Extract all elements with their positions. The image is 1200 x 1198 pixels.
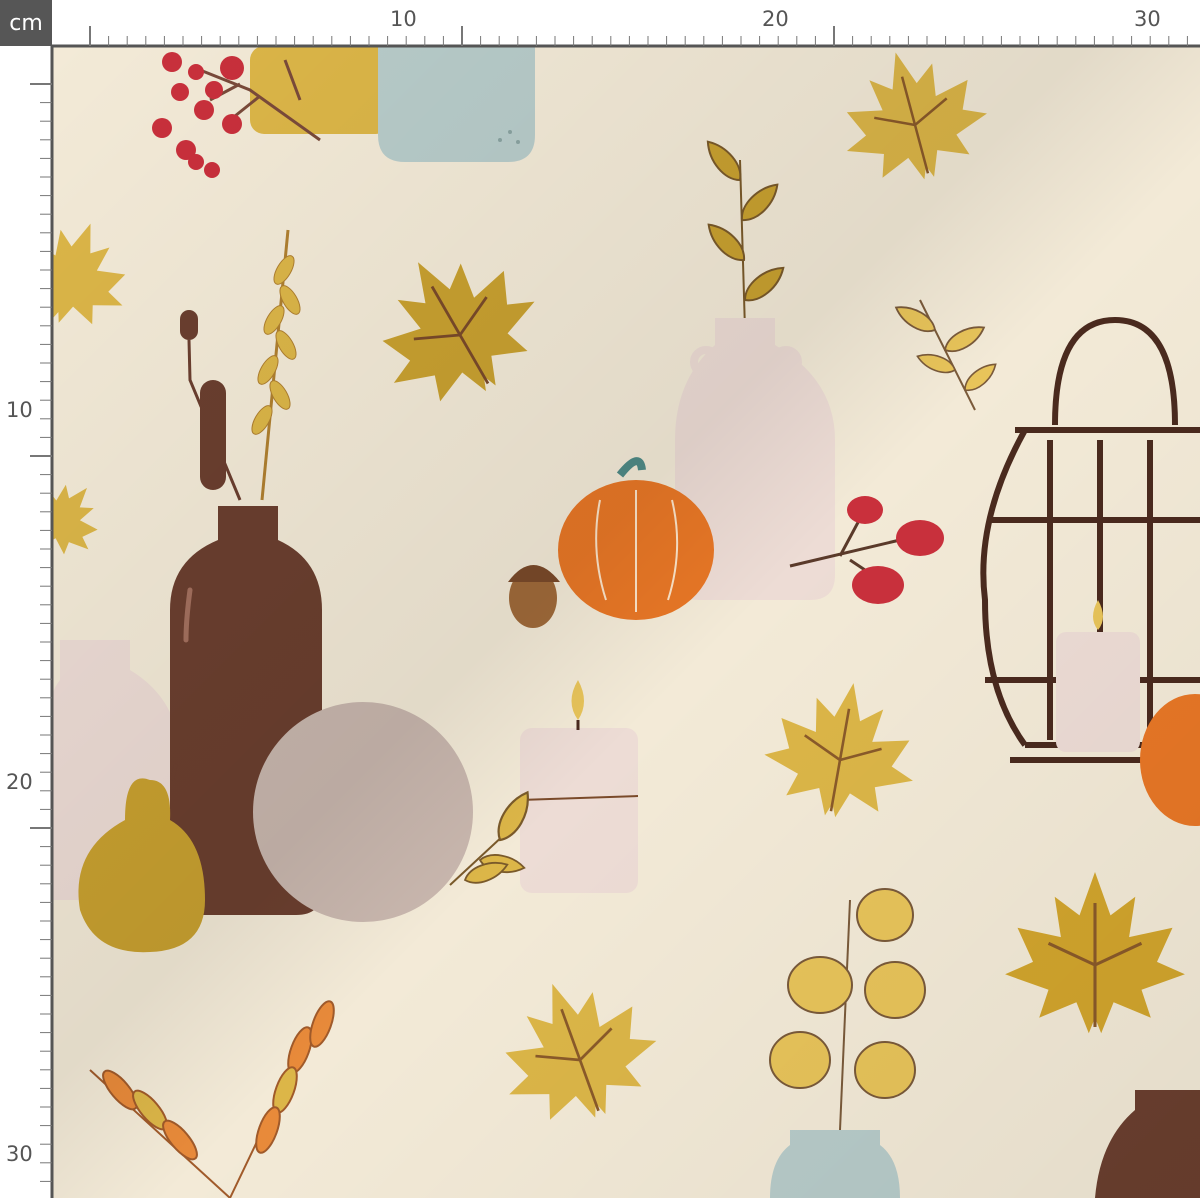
ruler-left-label-30: 30: [6, 1142, 33, 1166]
top-ruler: [0, 0, 1200, 48]
fabric-fold-shading: [52, 46, 1200, 1198]
left-ruler: [0, 0, 54, 1198]
ruler-top-label-10: 10: [390, 7, 417, 31]
fabric-swatch: [0, 0, 1200, 1198]
ruler-unit-label: cm: [0, 0, 52, 46]
ruler-left-label-10: 10: [6, 398, 33, 422]
ruler-top-label-20: 20: [762, 7, 789, 31]
ruler-top-label-30: 30: [1134, 7, 1161, 31]
ruler-left-label-20: 20: [6, 770, 33, 794]
